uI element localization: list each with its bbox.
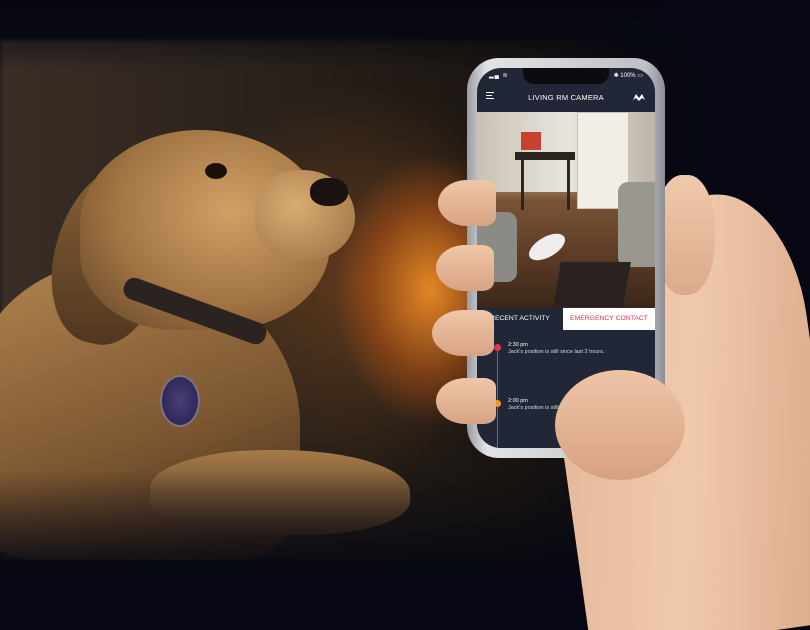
dog-eye-image — [205, 163, 227, 179]
brand-logo-icon[interactable] — [633, 93, 645, 102]
battery-text: 100% — [620, 73, 636, 79]
hand-finger-image — [436, 378, 496, 424]
tab-emergency-contact[interactable]: EMERGENCY CONTACT — [563, 308, 655, 330]
activity-time: 2:00 pm — [508, 398, 528, 404]
status-right: ✱ 100% ▭ — [614, 72, 643, 79]
feed-table — [515, 152, 575, 160]
hand-finger-image — [432, 310, 494, 356]
battery-icon: ▭ — [637, 73, 643, 79]
signal-wifi-icon: ▂▄ ≋ — [489, 73, 509, 79]
hand-finger-image — [438, 180, 496, 226]
hand-thumb-image — [555, 370, 685, 480]
camera-title: LIVING RM CAMERA — [528, 93, 604, 102]
camera-feed[interactable] — [477, 112, 655, 308]
dog-tag-image — [160, 375, 200, 427]
dog-nose-image — [310, 178, 348, 206]
feed-table-leg — [567, 160, 570, 210]
feed-sofa-right — [618, 182, 655, 267]
paw-alert-icon — [494, 344, 501, 351]
activity-text: Jack's position is still since last 2 ho… — [508, 349, 605, 355]
feed-red-box — [521, 132, 541, 150]
hand-finger-image — [436, 245, 494, 291]
timeline-line — [497, 344, 498, 448]
phone-notch — [523, 68, 609, 84]
feed-table-leg — [521, 160, 524, 210]
activity-time: 2:30 pm — [508, 342, 528, 348]
feed-ottoman — [553, 262, 631, 307]
feed-dog — [524, 228, 570, 266]
bluetooth-icon: ✱ — [613, 73, 619, 79]
marketing-scene: ▂▄ ≋ ✱ 100% ▭ LIVING RM CAMERA RECENT AC… — [0, 0, 810, 630]
app-header: LIVING RM CAMERA — [477, 86, 655, 108]
tab-bar: RECENT ACTIVITY EMERGENCY CONTACT — [477, 308, 655, 330]
